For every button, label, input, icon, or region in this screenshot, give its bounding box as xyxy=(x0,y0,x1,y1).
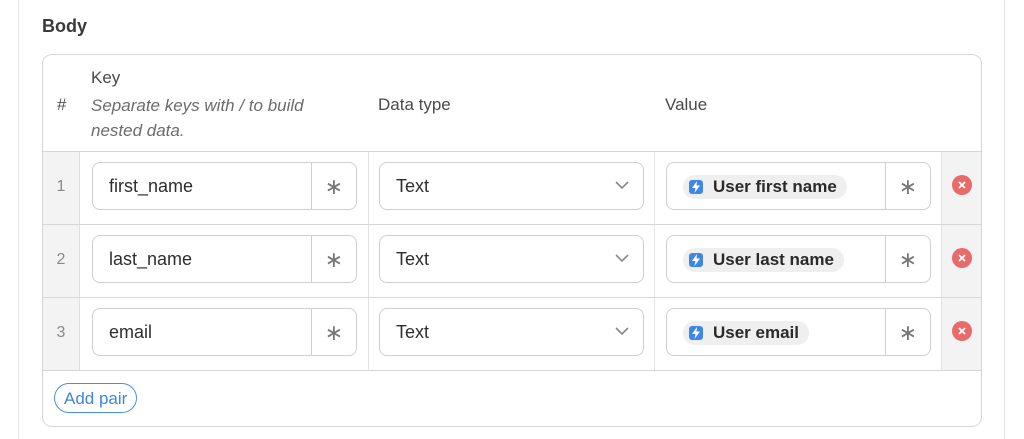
value-chip[interactable]: User first name xyxy=(683,175,847,199)
close-icon xyxy=(958,254,966,262)
lightning-icon xyxy=(689,253,703,267)
data-type-value: Text xyxy=(396,322,430,342)
delete-cell xyxy=(941,152,981,224)
chevron-down-icon xyxy=(615,327,629,336)
asterisk-icon: ∗ xyxy=(324,247,344,272)
asterisk-icon: ∗ xyxy=(324,174,344,199)
close-icon xyxy=(958,327,966,335)
required-toggle[interactable]: ∗ xyxy=(311,309,356,355)
value-input[interactable]: User last name ∗ xyxy=(666,235,931,283)
key-input[interactable]: email ∗ xyxy=(92,308,357,356)
column-divider xyxy=(654,298,655,370)
value-input[interactable]: User first name ∗ xyxy=(666,162,931,210)
asterisk-icon: ∗ xyxy=(898,174,918,199)
asterisk-icon: ∗ xyxy=(898,320,918,345)
required-toggle[interactable]: ∗ xyxy=(311,163,356,209)
row-index-cell: 1 xyxy=(43,152,80,224)
data-type-select[interactable]: Text xyxy=(379,162,644,210)
chevron-down-icon xyxy=(615,181,629,190)
column-divider xyxy=(654,152,655,224)
row-index: 3 xyxy=(56,324,66,341)
row-index-cell: 2 xyxy=(43,225,80,297)
table-row: 1 first_name ∗ Text User first name ∗ xyxy=(43,152,981,225)
row-index-cell: 3 xyxy=(43,298,80,370)
row-index: 2 xyxy=(56,251,66,268)
table-row: 2 last_name ∗ Text User last name ∗ xyxy=(43,225,981,298)
key-hint: Separate keys with / to build nested dat… xyxy=(91,96,304,140)
delete-cell xyxy=(941,225,981,297)
column-header-data-type: Data type xyxy=(378,95,451,114)
key-input-value: first_name xyxy=(109,176,194,196)
value-chip-label: User email xyxy=(713,323,799,342)
row-index: 1 xyxy=(56,178,66,195)
key-input[interactable]: first_name ∗ xyxy=(92,162,357,210)
key-input[interactable]: last_name ∗ xyxy=(92,235,357,283)
column-header-key: Key xyxy=(91,68,121,87)
value-chip[interactable]: User email xyxy=(683,321,809,345)
column-header-index: # xyxy=(57,95,67,114)
data-type-value: Text xyxy=(396,249,430,269)
panel-right-border xyxy=(1004,0,1005,439)
required-toggle[interactable]: ∗ xyxy=(311,236,356,282)
table-header: # Key Separate keys with / to build nest… xyxy=(43,55,981,152)
value-chip[interactable]: User last name xyxy=(683,248,844,272)
lightning-icon xyxy=(689,180,703,194)
asterisk-icon: ∗ xyxy=(324,320,344,345)
data-type-select[interactable]: Text xyxy=(379,308,644,356)
column-header-value: Value xyxy=(665,95,708,114)
close-icon xyxy=(958,181,966,189)
section-title: Body xyxy=(42,16,87,36)
delete-cell xyxy=(941,298,981,370)
value-chip-label: User last name xyxy=(713,250,834,269)
data-type-select[interactable]: Text xyxy=(379,235,644,283)
key-input-value: last_name xyxy=(109,249,193,269)
asterisk-icon: ∗ xyxy=(898,247,918,272)
add-pair-button[interactable]: Add pair xyxy=(54,383,138,413)
required-toggle[interactable]: ∗ xyxy=(885,236,930,282)
key-value-table: # Key Separate keys with / to build nest… xyxy=(42,54,982,427)
required-toggle[interactable]: ∗ xyxy=(885,163,930,209)
required-toggle[interactable]: ∗ xyxy=(885,309,930,355)
key-input-value: email xyxy=(109,322,153,342)
lightning-icon xyxy=(689,326,703,340)
delete-row-button[interactable] xyxy=(952,248,972,268)
delete-row-button[interactable] xyxy=(952,175,972,195)
panel-left-border xyxy=(18,0,19,439)
value-chip-label: User first name xyxy=(713,177,837,196)
column-divider xyxy=(368,152,369,224)
chevron-down-icon xyxy=(615,254,629,263)
table-row: 3 email ∗ Text User email ∗ xyxy=(43,298,981,371)
column-divider xyxy=(368,298,369,370)
data-type-value: Text xyxy=(396,176,430,196)
column-divider xyxy=(654,225,655,297)
value-input[interactable]: User email ∗ xyxy=(666,308,931,356)
column-divider xyxy=(368,225,369,297)
delete-row-button[interactable] xyxy=(952,321,972,341)
